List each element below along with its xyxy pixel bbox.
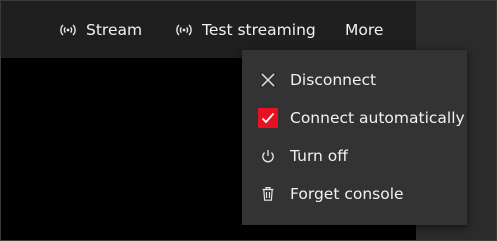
menu-item-connect-automatically[interactable]: Connect automatically xyxy=(242,99,467,137)
power-icon xyxy=(258,146,278,166)
app-window: Stream Test streaming More Disconnect Co… xyxy=(0,0,497,241)
menu-item-label: Forget console xyxy=(290,185,404,203)
stream-button[interactable]: Stream xyxy=(60,16,142,44)
menu-item-disconnect[interactable]: Disconnect xyxy=(242,61,467,99)
more-menu: Disconnect Connect automatically Turn of… xyxy=(242,50,467,225)
close-icon xyxy=(258,70,278,90)
checkbox[interactable] xyxy=(258,108,278,128)
menu-item-label: Turn off xyxy=(290,147,348,165)
menu-item-turn-off[interactable]: Turn off xyxy=(242,137,467,175)
more-label: More xyxy=(345,21,384,39)
more-button[interactable]: More xyxy=(345,16,383,44)
broadcast-icon xyxy=(60,22,76,38)
menu-item-forget-console[interactable]: Forget console xyxy=(242,175,467,213)
test-streaming-button[interactable]: Test streaming xyxy=(176,16,316,44)
stream-label: Stream xyxy=(86,21,143,39)
menu-item-label: Disconnect xyxy=(290,71,377,89)
test-streaming-label: Test streaming xyxy=(202,21,316,39)
checkbox-checked-icon[interactable] xyxy=(258,108,278,128)
trash-icon xyxy=(258,184,278,204)
menu-item-label: Connect automatically xyxy=(290,109,465,127)
broadcast-icon xyxy=(176,22,192,38)
